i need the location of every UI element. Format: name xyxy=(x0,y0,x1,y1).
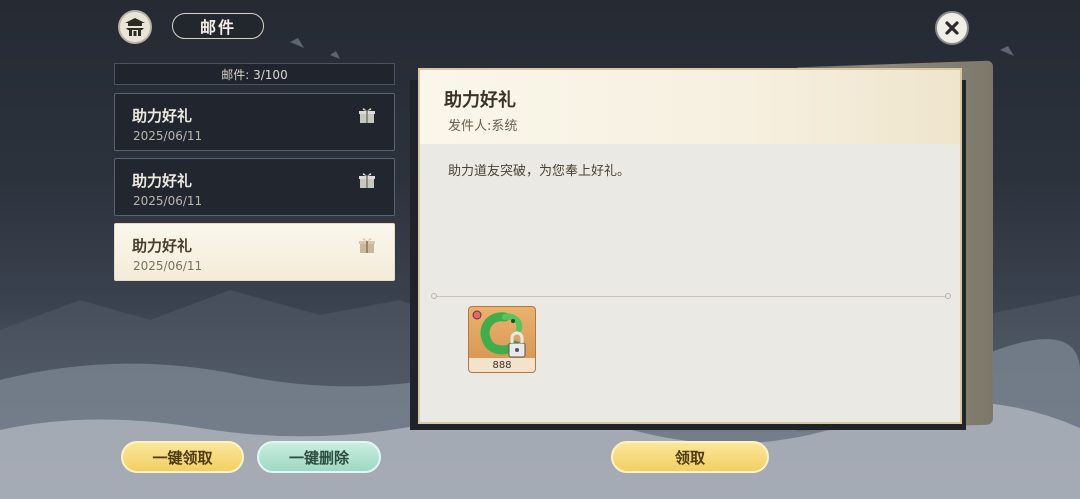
mail-detail-title: 助力好礼 xyxy=(444,90,516,111)
claim-button[interactable]: 领取 xyxy=(611,441,769,473)
reward-quantity: 888 xyxy=(469,358,535,372)
page-title: 邮件 xyxy=(172,13,264,39)
green-dragon-icon xyxy=(472,310,526,358)
mail-detail-body: 助力道友突破，为您奉上好礼。 xyxy=(448,164,631,179)
delete-all-button[interactable]: 一键删除 xyxy=(257,441,381,473)
claim-all-button[interactable]: 一键领取 xyxy=(121,441,244,473)
mail-date: 2025/06/11 xyxy=(133,129,203,143)
mail-detail-header: 助力好礼 发件人:系统 xyxy=(420,70,960,144)
mail-list-item[interactable]: 助力好礼 2025/06/11 xyxy=(114,93,395,151)
home-button[interactable] xyxy=(118,10,152,44)
mail-title: 助力好礼 xyxy=(132,237,193,255)
mail-detail-panel: 助力好礼 发件人:系统 助力道友突破，为您奉上好礼。 888 xyxy=(418,68,962,424)
mail-detail-sender: 发件人:系统 xyxy=(448,119,518,134)
close-button[interactable] xyxy=(935,11,969,45)
mail-list: 助力好礼 2025/06/11 助力好礼 2025/06/11 助力好礼 202… xyxy=(114,93,395,288)
mail-list-item[interactable]: 助力好礼 2025/06/11 xyxy=(114,158,395,216)
mail-date: 2025/06/11 xyxy=(133,259,203,273)
pagoda-icon xyxy=(125,18,145,36)
mail-title: 助力好礼 xyxy=(132,172,193,190)
gift-icon xyxy=(359,173,375,188)
mail-list-item-selected[interactable]: 助力好礼 2025/06/11 xyxy=(114,223,395,281)
gift-icon xyxy=(359,108,375,123)
mail-date: 2025/06/11 xyxy=(133,194,203,208)
mail-title: 助力好礼 xyxy=(132,107,193,125)
mail-count: 邮件: 3/100 xyxy=(114,63,395,85)
gift-icon xyxy=(359,238,375,253)
divider xyxy=(431,293,951,299)
close-icon xyxy=(945,21,959,35)
reward-item[interactable]: 888 xyxy=(468,306,536,373)
